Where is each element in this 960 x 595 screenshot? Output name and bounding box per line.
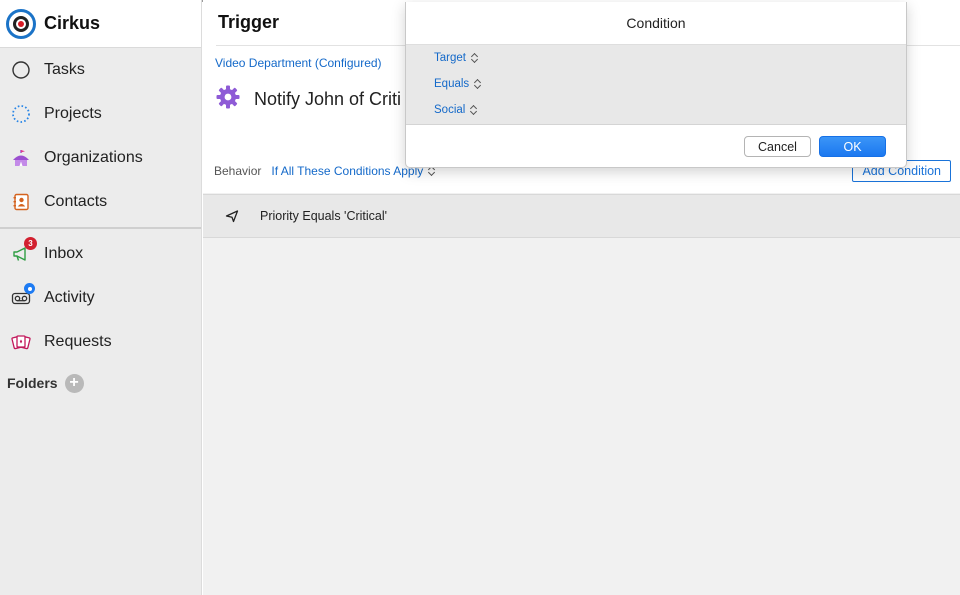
dialog-footer: Cancel OK <box>406 125 906 167</box>
sidebar-divider <box>0 227 201 229</box>
sidebar-item-projects[interactable]: Projects <box>0 92 201 136</box>
add-folder-button[interactable]: + <box>64 373 84 393</box>
circus-tent-icon <box>11 148 31 168</box>
sidebar-item-inbox[interactable]: 3 Inbox <box>0 232 201 276</box>
trigger-name-row: Notify John of Criti <box>215 84 401 115</box>
behavior-label: Behavior <box>214 164 262 178</box>
sidebar-item-label: Tasks <box>44 61 85 78</box>
send-arrow-icon <box>225 209 239 223</box>
contact-card-icon <box>11 192 31 212</box>
condition-dialog: Condition Target Equals Social Cancel OK <box>405 2 907 168</box>
target-value: Target <box>434 52 466 64</box>
sidebar-item-requests[interactable]: Requests <box>0 320 201 364</box>
target-popup[interactable]: Target <box>434 52 478 64</box>
sidebar-item-organizations[interactable]: Organizations <box>0 136 201 180</box>
sidebar-item-label: Requests <box>44 333 112 350</box>
page-title: Trigger <box>218 12 280 32</box>
app-name: Cirkus <box>44 13 101 33</box>
sidebar-item-label: Activity <box>44 289 95 306</box>
behavior-select-value: If All These Conditions Apply <box>271 164 424 178</box>
sidebar: Cirkus Tasks Projects Organizations Cont… <box>0 0 202 595</box>
brand: Cirkus <box>0 0 201 48</box>
sidebar-item-label: Projects <box>44 105 102 122</box>
condition-row[interactable]: Priority Equals 'Critical' <box>203 194 960 238</box>
inbox-count-badge: 3 <box>24 237 37 250</box>
trigger-name[interactable]: Notify John of Criti <box>254 89 401 110</box>
value-value: Social <box>434 104 466 116</box>
operator-popup[interactable]: Equals <box>434 78 481 90</box>
cirkus-logo-icon <box>6 8 36 39</box>
chevron-updown-icon <box>474 79 481 89</box>
value-popup[interactable]: Social <box>434 104 477 116</box>
condition-fields: Target Equals Social <box>406 45 906 125</box>
circle-outline-icon <box>11 60 31 80</box>
sidebar-item-label: Organizations <box>44 149 143 166</box>
dialog-title: Condition <box>406 2 906 45</box>
folders-header: Folders + <box>0 364 201 402</box>
sidebar-item-tasks[interactable]: Tasks <box>0 48 201 92</box>
playing-cards-icon <box>11 332 31 352</box>
activity-dot-badge <box>24 283 35 294</box>
behavior-row: Behavior If All These Conditions Apply <box>214 164 435 178</box>
sidebar-item-label: Contacts <box>44 193 108 210</box>
sidebar-item-label: Inbox <box>44 245 84 262</box>
voicemail-icon <box>11 283 35 308</box>
operator-value: Equals <box>434 78 470 90</box>
megaphone-icon: 3 <box>11 237 37 264</box>
department-link[interactable]: Video Department (Configured) <box>215 56 382 70</box>
cancel-button[interactable]: Cancel <box>744 136 811 157</box>
sidebar-item-contacts[interactable]: Contacts <box>0 180 201 224</box>
chevron-updown-icon <box>470 105 477 115</box>
condition-text: Priority Equals 'Critical' <box>260 209 388 223</box>
sidebar-item-activity[interactable]: Activity <box>0 276 201 320</box>
chevron-updown-icon <box>471 53 478 63</box>
dotted-circle-icon <box>11 104 31 124</box>
gear-icon <box>215 84 241 115</box>
ok-button[interactable]: OK <box>819 136 886 157</box>
folders-label: Folders <box>7 375 58 391</box>
